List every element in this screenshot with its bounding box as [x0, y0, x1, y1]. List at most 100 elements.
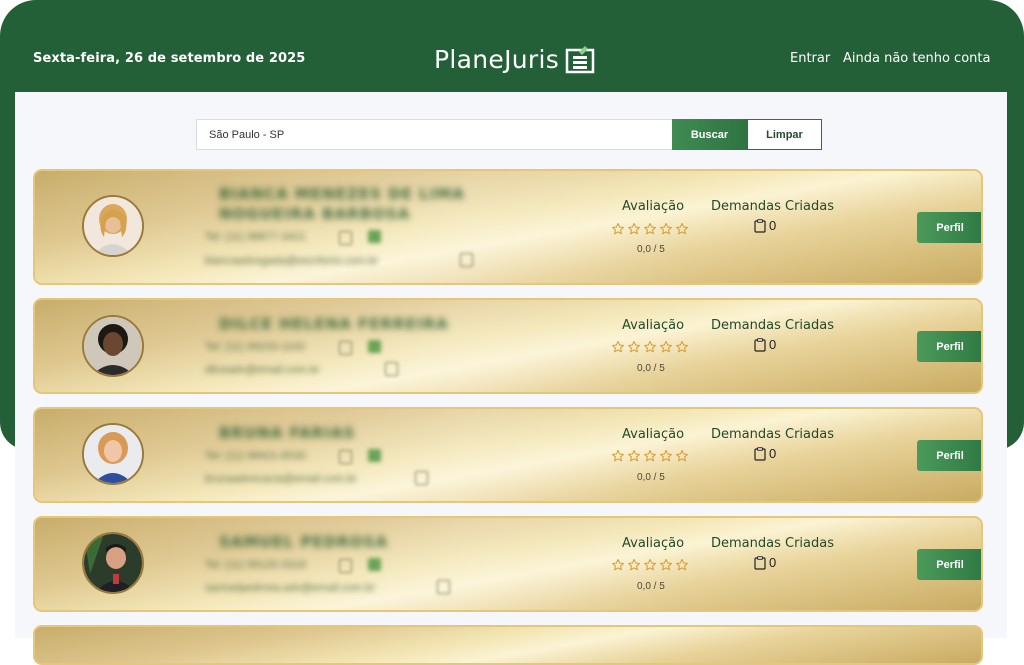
star-outline-icon [676, 222, 688, 235]
copy-phone-icon[interactable] [339, 450, 352, 464]
star-outline-icon [612, 222, 624, 235]
whatsapp-icon[interactable] [368, 449, 381, 462]
lawyer-phone: Tel: (11) 98421-6530 [205, 450, 306, 462]
top-bar: Sexta-feira, 26 de setembro de 2025 Plan… [0, 0, 1024, 92]
star-outline-icon [644, 340, 656, 353]
star-outline-icon [660, 340, 672, 353]
copy-phone-icon[interactable] [339, 341, 352, 355]
star-outline-icon [612, 340, 624, 353]
star-outline-icon [676, 558, 688, 571]
star-outline-icon [660, 222, 672, 235]
rating-label: Avaliação [622, 199, 685, 214]
rating-label: Avaliação [622, 318, 685, 333]
star-outline-icon [612, 449, 624, 462]
rating-stars [611, 222, 689, 236]
clipboard-icon [754, 446, 766, 461]
star-outline-icon [628, 222, 640, 235]
card-sheen [35, 409, 981, 501]
lawyer-name-line-1: BRUNA FARIAS [219, 424, 356, 442]
lawyer-phone: Tel: (11) 99233-1100 [205, 341, 305, 353]
copy-email-icon[interactable] [415, 471, 428, 485]
lawyer-name-line-2: NOGUEIRA BARBOSA [219, 205, 411, 223]
brand-logo[interactable]: PlaneJuris [434, 42, 595, 76]
lawyer-email: samuelpedrosa.adv@email.com.br [205, 582, 376, 594]
star-outline-icon [628, 340, 640, 353]
star-outline-icon [676, 340, 688, 353]
lawyer-name-line-1: DILCE HELENA FERREIRA [219, 315, 449, 333]
location-search-input[interactable] [196, 119, 672, 150]
lawyer-phone: Tel: (11) 99120-3318 [205, 559, 306, 571]
demands-label: Demandas Criadas [711, 536, 834, 551]
avatar[interactable] [82, 532, 144, 594]
whatsapp-icon[interactable] [368, 230, 381, 243]
lawyer-card: BIANCA MENEZES DE LIMA NOGUEIRA BARBOSA … [33, 169, 983, 285]
lawyer-card: DILCE HELENA FERREIRA Tel: (11) 99233-11… [33, 298, 983, 394]
avatar[interactable] [82, 315, 144, 377]
rating-stars [611, 340, 689, 354]
demands-label: Demandas Criadas [711, 427, 834, 442]
star-outline-icon [644, 558, 656, 571]
card-sheen [35, 300, 981, 392]
demands-count: 0 [754, 446, 776, 461]
brand-name: PlaneJuris [434, 44, 560, 74]
avatar-photo-icon [84, 425, 142, 483]
rating-label: Avaliação [622, 427, 685, 442]
rating-score: 0,0 / 5 [637, 472, 665, 483]
card-sheen [35, 171, 981, 283]
avatar-photo-icon [84, 534, 142, 592]
lawyer-name-line-1: SAMUEL PEDROSA [219, 533, 388, 551]
demands-count: 0 [754, 555, 776, 570]
star-outline-icon [660, 558, 672, 571]
rating-stars [611, 449, 689, 463]
rating-label: Avaliação [622, 536, 685, 551]
star-outline-icon [644, 449, 656, 462]
search-button[interactable]: Buscar [672, 119, 747, 150]
current-date: Sexta-feira, 26 de setembro de 2025 [33, 51, 306, 66]
demands-count-value: 0 [769, 218, 777, 233]
clipboard-icon [754, 337, 766, 352]
main-content: Buscar Limpar BIANCA MENEZES DE LIMA NOG… [15, 92, 1007, 665]
signup-link[interactable]: Ainda não tenho conta [843, 51, 990, 66]
demands-count-value: 0 [769, 555, 777, 570]
rating-score: 0,0 / 5 [637, 363, 665, 374]
profile-button[interactable]: Perfil [917, 440, 981, 471]
demands-count-value: 0 [769, 446, 777, 461]
whatsapp-icon[interactable] [368, 558, 381, 571]
lawyer-phone: Tel: (11) 98877-3421 [205, 231, 306, 243]
clear-button[interactable]: Limpar [747, 119, 822, 150]
star-outline-icon [644, 222, 656, 235]
copy-email-icon[interactable] [460, 253, 473, 267]
lawyer-card: BRUNA FARIAS Tel: (11) 98421-6530 brunaa… [33, 407, 983, 503]
star-outline-icon [660, 449, 672, 462]
rating-stars [611, 558, 689, 572]
card-sheen [35, 518, 981, 610]
search-bar: Buscar Limpar [196, 119, 823, 150]
profile-button[interactable]: Perfil [917, 212, 981, 243]
demands-count: 0 [754, 218, 776, 233]
profile-button[interactable]: Perfil [917, 549, 981, 580]
clipboard-icon [754, 218, 766, 233]
star-outline-icon [628, 558, 640, 571]
avatar-photo-icon [84, 317, 142, 375]
copy-email-icon[interactable] [437, 580, 450, 594]
login-link[interactable]: Entrar [790, 51, 830, 66]
profile-button[interactable]: Perfil [917, 331, 981, 362]
lawyer-card: SAMUEL PEDROSA Tel: (11) 99120-3318 samu… [33, 516, 983, 612]
copy-phone-icon[interactable] [339, 231, 352, 245]
brand-mark-icon [565, 46, 595, 74]
clipboard-icon [754, 555, 766, 570]
copy-email-icon[interactable] [385, 362, 398, 376]
demands-label: Demandas Criadas [711, 199, 834, 214]
demands-count: 0 [754, 337, 776, 352]
lawyer-name-line-1: BIANCA MENEZES DE LIMA [219, 185, 465, 203]
avatar[interactable] [82, 195, 144, 257]
avatar[interactable] [82, 423, 144, 485]
lawyer-email: biancaadvogada@escritorio.com.br [205, 255, 379, 267]
lawyer-card-partial [33, 625, 983, 665]
star-outline-icon [612, 558, 624, 571]
avatar-photo-icon [84, 197, 142, 255]
lawyer-email: brunaadvocacia@email.com.br [205, 473, 357, 485]
star-outline-icon [676, 449, 688, 462]
whatsapp-icon[interactable] [368, 340, 381, 353]
copy-phone-icon[interactable] [339, 559, 352, 573]
